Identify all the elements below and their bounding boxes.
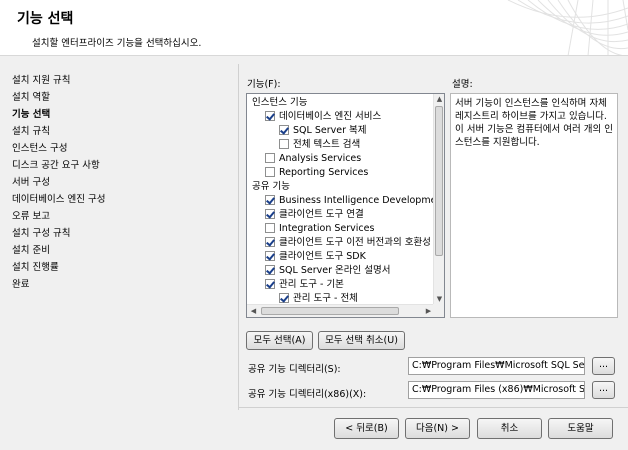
tree-item-label: SQL Server 복제: [293, 125, 367, 136]
tree-group-label: 공유 기능: [252, 181, 290, 192]
tree-group-instance-features: 인스턴스 기능: [252, 96, 307, 110]
checkbox[interactable]: [279, 139, 289, 149]
page-title: 기능 선택: [17, 11, 74, 27]
step-error-reporting[interactable]: 오류 보고: [12, 208, 232, 225]
checkbox[interactable]: [265, 209, 275, 219]
tree-item-label: 클라이언트 도구 SDK: [279, 251, 366, 262]
scroll-down-icon[interactable]: ▼: [435, 295, 444, 304]
tree-group-shared-features: 공유 기능: [252, 180, 290, 194]
cancel-button[interactable]: 취소: [477, 418, 542, 439]
checkbox[interactable]: [265, 167, 275, 177]
tree-item-label: 클라이언트 도구 연결: [279, 209, 364, 220]
step-complete[interactable]: 완료: [12, 276, 232, 293]
tree-item-database-engine-services[interactable]: 데이터베이스 엔진 서비스: [265, 110, 381, 124]
checkbox[interactable]: [265, 237, 275, 247]
back-button[interactable]: < 뒤로(B): [334, 418, 399, 439]
tree-item-label: Business Intelligence Development Studio: [279, 195, 445, 206]
horizontal-scroll-thumb[interactable]: [261, 307, 399, 315]
feature-tree[interactable]: 인스턴스 기능 데이터베이스 엔진 서비스 SQL Server 복제 전체 텍…: [246, 93, 445, 318]
checkbox[interactable]: [265, 223, 275, 233]
tree-item-label: 클라이언트 도구 이전 버전과의 호환성: [279, 237, 431, 248]
tree-item-label: 데이터베이스 엔진 서비스: [279, 111, 382, 122]
shared-dir-input[interactable]: C:₩Program Files₩Microsoft SQL Server₩: [408, 357, 585, 375]
tree-item-label: Reporting Services: [279, 167, 369, 178]
vertical-scroll-thumb[interactable]: [435, 106, 443, 256]
shared-dir-browse-button[interactable]: ...: [592, 357, 615, 375]
tree-item-label: 전체 텍스트 검색: [293, 139, 361, 150]
unselect-all-button[interactable]: 모두 선택 취소(U): [318, 331, 405, 350]
tree-item-bids[interactable]: Business Intelligence Development Studio: [265, 194, 445, 208]
tree-item-label: 관리 도구 - 기본: [279, 279, 344, 290]
scroll-corner: [433, 304, 444, 317]
tree-item-label: Integration Services: [279, 223, 375, 234]
tree-item-client-tools-connectivity[interactable]: 클라이언트 도구 연결: [265, 208, 364, 222]
checkbox[interactable]: [279, 125, 289, 135]
feature-tree-vertical-scrollbar[interactable]: ▲ ▼: [433, 94, 444, 305]
shared-dir-label: 공유 기능 디렉터리(S):: [248, 364, 341, 375]
tree-item-integration-services[interactable]: Integration Services: [265, 222, 374, 236]
description-label: 설명:: [452, 79, 473, 90]
shared-dir-x86-label: 공유 기능 디렉터리(x86)(X):: [248, 389, 367, 400]
feature-tree-horizontal-scrollbar[interactable]: ◀ ▶: [247, 304, 435, 317]
tree-item-label: 관리 도구 - 전체: [293, 293, 358, 304]
step-disk-space-requirements[interactable]: 디스크 공간 요구 사항: [12, 157, 232, 174]
scroll-right-icon[interactable]: ▶: [424, 307, 433, 316]
step-feature-selection[interactable]: 기능 선택: [12, 106, 232, 123]
checkbox[interactable]: [265, 265, 275, 275]
checkbox[interactable]: [279, 293, 289, 303]
tree-item-management-tools-basic[interactable]: 관리 도구 - 기본: [265, 278, 344, 292]
scroll-up-icon[interactable]: ▲: [435, 95, 444, 104]
description-text: 서버 기능이 인스턴스를 인식하며 자체 레지스트리 하이브를 가지고 있습니다…: [455, 98, 613, 148]
tree-item-books-online[interactable]: SQL Server 온라인 설명서: [265, 264, 390, 278]
step-instance-configuration[interactable]: 인스턴스 구성: [12, 140, 232, 157]
select-all-button[interactable]: 모두 선택(A): [246, 331, 313, 350]
shared-dir-x86-browse-button[interactable]: ...: [592, 381, 615, 399]
footer-divider: [238, 407, 628, 408]
features-label: 기능(F):: [247, 79, 281, 90]
header-banner: 기능 선택 설치할 엔터프라이즈 기능을 선택하십시오.: [0, 0, 628, 56]
tree-group-label: 인스턴스 기능: [252, 97, 308, 108]
step-installation-configuration-rules[interactable]: 설치 구성 규칙: [12, 225, 232, 242]
tree-item-client-tools-sdk[interactable]: 클라이언트 도구 SDK: [265, 250, 366, 264]
next-button[interactable]: 다음(N) >: [405, 418, 470, 439]
vertical-divider: [238, 64, 239, 410]
tree-item-sql-server-replication[interactable]: SQL Server 복제: [279, 124, 366, 138]
checkbox[interactable]: [265, 195, 275, 205]
checkbox[interactable]: [265, 153, 275, 163]
tree-item-label: Analysis Services: [279, 153, 362, 164]
step-installation-rules[interactable]: 설치 규칙: [12, 123, 232, 140]
checkbox[interactable]: [265, 111, 275, 121]
tree-item-reporting-services[interactable]: Reporting Services: [265, 166, 368, 180]
step-ready-to-install[interactable]: 설치 준비: [12, 242, 232, 259]
step-setup-role[interactable]: 설치 역할: [12, 89, 232, 106]
step-server-configuration[interactable]: 서버 구성: [12, 174, 232, 191]
tree-item-client-tools-backwards-compat[interactable]: 클라이언트 도구 이전 버전과의 호환성: [265, 236, 431, 250]
tree-item-analysis-services[interactable]: Analysis Services: [265, 152, 361, 166]
step-installation-progress[interactable]: 설치 진행률: [12, 259, 232, 276]
header-decoration-graphic: [507, 0, 628, 55]
shared-dir-x86-input[interactable]: C:₩Program Files (x86)₩Microsoft SQL Ser…: [408, 381, 585, 399]
help-button[interactable]: 도움말: [548, 418, 613, 439]
scroll-left-icon[interactable]: ◀: [249, 307, 258, 316]
page-subtitle: 설치할 엔터프라이즈 기능을 선택하십시오.: [32, 38, 202, 49]
step-database-engine-configuration[interactable]: 데이터베이스 엔진 구성: [12, 191, 232, 208]
tree-item-label: SQL Server 온라인 설명서: [279, 265, 391, 276]
step-setup-support-rules[interactable]: 설치 지원 규칙: [12, 72, 232, 89]
checkbox[interactable]: [265, 251, 275, 261]
wizard-steps-list: 설치 지원 규칙 설치 역할 기능 선택 설치 규칙 인스턴스 구성 디스크 공…: [12, 72, 232, 293]
checkbox[interactable]: [265, 279, 275, 289]
description-box: 서버 기능이 인스턴스를 인식하며 자체 레지스트리 하이브를 가지고 있습니다…: [450, 93, 618, 318]
tree-item-full-text-search[interactable]: 전체 텍스트 검색: [279, 138, 360, 152]
